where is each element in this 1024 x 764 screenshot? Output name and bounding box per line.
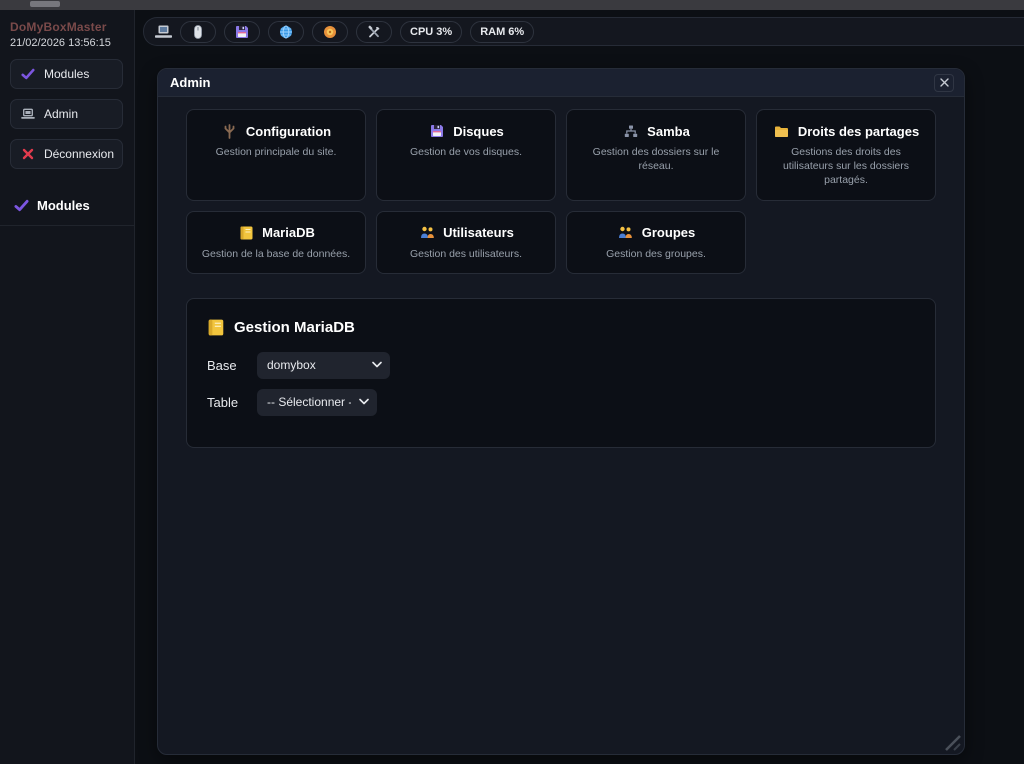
sidebar-divider — [0, 225, 134, 226]
x-icon — [19, 146, 37, 162]
folder-icon — [773, 123, 791, 139]
users-icon — [617, 225, 635, 241]
main-area: CPU 3% RAM 6% Admin — [135, 10, 1024, 764]
card-description: Gestion des dossiers sur le réseau. — [575, 145, 737, 173]
tools-icon[interactable] — [356, 21, 392, 43]
check-icon — [12, 197, 30, 213]
card-title-text: Droits des partages — [798, 124, 919, 139]
ledger-icon — [207, 319, 225, 335]
mariadb-panel-header: Gestion MariaDB — [207, 319, 915, 336]
window-title: Admin — [170, 75, 934, 90]
sidebar-button-label: Admin — [44, 107, 78, 121]
cpu-label: CPU 3% — [410, 26, 452, 38]
app-root: DoMyBoxMaster 21/02/2026 13:56:15 Module… — [0, 10, 1024, 764]
mariadb-panel-title: Gestion MariaDB — [234, 319, 355, 336]
status-toolbar: CPU 3% RAM 6% — [143, 17, 1024, 46]
table-label: Table — [207, 395, 257, 410]
card-description: Gestion principale du site. — [195, 145, 357, 159]
admin-cards: Configuration Gestion principale du site… — [186, 109, 938, 274]
card-groupes[interactable]: Groupes Gestion des groupes. — [566, 211, 746, 274]
laptop-icon — [19, 106, 37, 122]
branch-icon — [221, 123, 239, 139]
card-description: Gestion de la base de données. — [195, 247, 357, 261]
cpu-badge: CPU 3% — [400, 21, 462, 43]
base-row: Base domybox — [207, 352, 915, 379]
check-icon — [19, 66, 37, 82]
card-disques[interactable]: Disques Gestion de vos disques. — [376, 109, 556, 201]
sidebar: DoMyBoxMaster 21/02/2026 13:56:15 Module… — [0, 10, 135, 764]
ledger-icon — [237, 225, 255, 241]
floppy-icon[interactable] — [224, 21, 260, 43]
globe-icon[interactable] — [268, 21, 304, 43]
laptop-icon[interactable] — [154, 24, 172, 40]
card-description: Gestion des groupes. — [575, 247, 737, 261]
ram-label: RAM 6% — [480, 26, 524, 38]
card-description: Gestions des droits des utilisateurs sur… — [765, 145, 927, 188]
disc-icon[interactable] — [312, 21, 348, 43]
sidebar-button-label: Modules — [44, 67, 89, 81]
window-header: Admin — [158, 69, 964, 97]
mouse-icon[interactable] — [180, 21, 216, 43]
table-select[interactable]: -- Sélectionner -- — [257, 389, 377, 416]
sidebar-button-label: Déconnexion — [44, 147, 114, 161]
ram-badge: RAM 6% — [470, 21, 534, 43]
card-description: Gestion des utilisateurs. — [385, 247, 547, 261]
os-top-strip — [0, 0, 1024, 10]
card-title-text: Utilisateurs — [443, 225, 514, 240]
table-row: Table -- Sélectionner -- — [207, 389, 915, 416]
close-button[interactable] — [934, 74, 954, 92]
sidebar-button-modules[interactable]: Modules — [10, 59, 123, 89]
card-utilisateurs[interactable]: Utilisateurs Gestion des utilisateurs. — [376, 211, 556, 274]
base-label: Base — [207, 358, 257, 373]
card-title-text: Samba — [647, 124, 690, 139]
users-icon — [418, 225, 436, 241]
close-icon — [940, 78, 949, 87]
card-configuration[interactable]: Configuration Gestion principale du site… — [186, 109, 366, 201]
base-select[interactable]: domybox — [257, 352, 390, 379]
mariadb-panel: Gestion MariaDB Base domybox — [186, 298, 936, 448]
network-icon — [622, 123, 640, 139]
card-title-text: MariaDB — [262, 225, 315, 240]
resize-handle[interactable] — [942, 732, 962, 752]
card-description: Gestion de vos disques. — [385, 145, 547, 159]
card-samba[interactable]: Samba Gestion des dossiers sur le réseau… — [566, 109, 746, 201]
sidebar-section-label: Modules — [37, 198, 90, 213]
window-body: Configuration Gestion principale du site… — [158, 97, 964, 754]
card-title-text: Groupes — [642, 225, 695, 240]
sidebar-section-modules: Modules — [10, 197, 124, 213]
card-title-text: Disques — [453, 124, 504, 139]
browser-tab-remnant — [30, 1, 60, 7]
admin-window: Admin Configuration Gestion principa — [157, 68, 965, 755]
card-title-text: Configuration — [246, 124, 331, 139]
sidebar-button-deconnexion[interactable]: Déconnexion — [10, 139, 123, 169]
card-droits-des-partages[interactable]: Droits des partages Gestions des droits … — [756, 109, 936, 201]
sidebar-button-admin[interactable]: Admin — [10, 99, 123, 129]
app-title: DoMyBoxMaster — [10, 20, 124, 34]
app-datetime: 21/02/2026 13:56:15 — [10, 37, 124, 49]
floppy-icon — [428, 123, 446, 139]
card-mariadb[interactable]: MariaDB Gestion de la base de données. — [186, 211, 366, 274]
